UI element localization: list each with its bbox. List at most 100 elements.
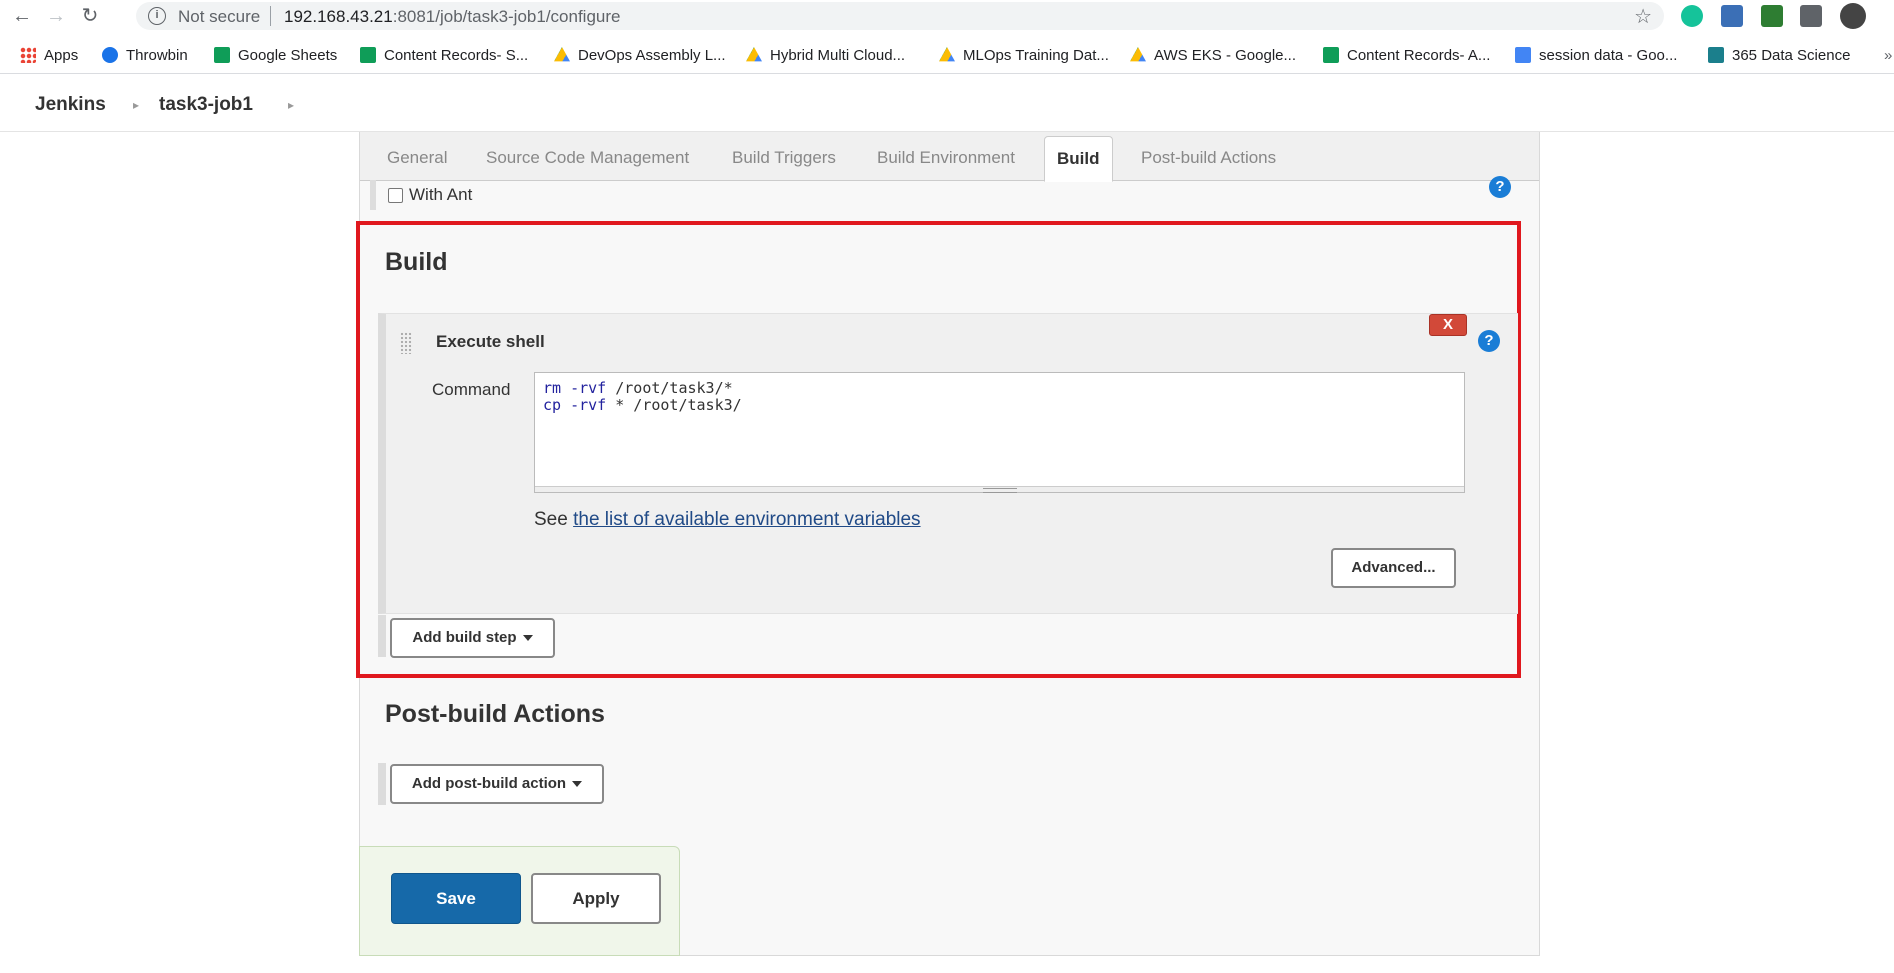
google-drive-icon <box>554 47 570 62</box>
env-vars-link[interactable]: the list of available environment variab… <box>573 509 920 530</box>
bookmark-google-sheets[interactable]: Google Sheets <box>214 45 337 65</box>
chevron-down-icon <box>522 635 533 642</box>
more-bookmarks-button[interactable]: » <box>1884 45 1892 65</box>
help-icon[interactable]: ? <box>1478 330 1500 352</box>
advanced-button[interactable]: Advanced... <box>1331 548 1456 588</box>
bookmark-365-data-science[interactable]: 365 Data Science <box>1708 45 1850 65</box>
security-label: Not secure <box>178 7 261 26</box>
command-textarea[interactable]: rm -rvf /root/task3/* cp -rvf * /root/ta… <box>534 372 1465 493</box>
breadcrumb: Jenkins ▸ task3-job1 ▸ <box>0 80 1894 132</box>
bookmark-content-records-a[interactable]: Content Records- A... <box>1323 45 1490 65</box>
help-icon[interactable]: ? <box>1489 176 1511 198</box>
command-label: Command <box>432 380 511 399</box>
google-sheets-icon <box>360 47 376 63</box>
profile-avatar[interactable] <box>1840 3 1866 29</box>
bookmark-label: Throwbin <box>126 46 188 64</box>
breadcrumb-job[interactable]: task3-job1 <box>159 94 253 116</box>
bookmark-label: session data - Goo... <box>1539 46 1678 64</box>
step-title: Execute shell <box>436 332 545 351</box>
chevron-down-icon <box>572 781 583 788</box>
see-prefix: See <box>534 509 574 530</box>
back-arrow-icon[interactable]: ← <box>10 4 34 28</box>
url-path: :8081/job/task3-job1/configure <box>392 7 621 26</box>
section-rail <box>378 763 386 805</box>
bookmark-devops[interactable]: DevOps Assembly L... <box>554 45 726 65</box>
delete-step-button[interactable]: X <box>1429 314 1467 336</box>
extension-icon[interactable] <box>1721 5 1743 27</box>
bookmark-aws-eks[interactable]: AWS EKS - Google... <box>1130 45 1296 65</box>
tab-post-build-actions[interactable]: Post-build Actions <box>1141 148 1276 168</box>
add-build-step-button[interactable]: Add build step <box>390 618 555 658</box>
browser-toolbar: ← → ↻ i Not secure 192.168.43.21:8081/jo… <box>0 0 1894 32</box>
google-drive-icon <box>1130 47 1146 62</box>
data-science-icon <box>1708 47 1724 63</box>
command-line: cp -rvf * /root/task3/ <box>543 396 742 414</box>
divider <box>270 6 271 26</box>
section-rail <box>378 615 386 657</box>
tab-build[interactable]: Build <box>1044 136 1113 182</box>
command-keyword: rm <box>543 379 562 397</box>
bookmark-label: Apps <box>44 46 79 64</box>
bookmark-hybrid[interactable]: Hybrid Multi Cloud... <box>746 45 905 65</box>
add-build-step-label: Add build step <box>412 629 517 646</box>
reload-icon[interactable]: ↻ <box>78 4 102 28</box>
breadcrumb-jenkins[interactable]: Jenkins <box>35 94 106 116</box>
bookmark-throwbin[interactable]: Throwbin <box>102 45 188 65</box>
info-icon[interactable]: i <box>148 7 166 25</box>
extension-icon[interactable] <box>1761 5 1783 27</box>
grammarly-extension-icon[interactable] <box>1681 5 1703 27</box>
with-ant-checkbox[interactable] <box>388 187 403 203</box>
command-flag: -rvf <box>561 379 607 397</box>
bookmark-label: Content Records- S... <box>384 46 529 64</box>
command-flag: -rvf <box>561 396 607 414</box>
google-drive-icon <box>746 47 762 62</box>
bookmark-star-icon[interactable]: ☆ <box>1634 4 1652 29</box>
bookmark-mlops[interactable]: MLOps Training Dat... <box>939 45 1109 65</box>
tab-source-code-management[interactable]: Source Code Management <box>486 148 689 168</box>
command-line: rm -rvf /root/task3/* <box>543 379 733 397</box>
bookmark-session-data[interactable]: session data - Goo... <box>1515 45 1677 65</box>
save-button[interactable]: Save <box>391 873 521 924</box>
with-ant-label: With Ant <box>409 185 473 204</box>
tab-general[interactable]: General <box>387 148 447 168</box>
google-sheets-icon <box>1323 47 1339 63</box>
bookmark-label: Google Sheets <box>238 46 338 64</box>
bookmarks-bar: Apps Throwbin Google Sheets Content Reco… <box>0 36 1894 74</box>
bookmark-label: 365 Data Science <box>1732 46 1851 64</box>
puzzle-extensions-icon[interactable] <box>1800 5 1822 27</box>
add-post-build-action-button[interactable]: Add post-build action <box>390 764 604 804</box>
throwbin-icon <box>102 47 118 63</box>
command-args: * /root/task3/ <box>606 396 742 414</box>
apps-grid-icon <box>20 47 36 63</box>
address-bar[interactable]: i Not secure 192.168.43.21:8081/job/task… <box>136 2 1664 30</box>
drag-handle-icon[interactable] <box>400 332 412 354</box>
post-build-section-title: Post-build Actions <box>385 700 605 728</box>
apply-button[interactable]: Apply <box>531 873 661 924</box>
bookmark-label: Content Records- A... <box>1347 46 1491 64</box>
form-actions-bar: Save Apply <box>359 846 680 956</box>
config-tabbar: General Source Code Management Build Tri… <box>360 132 1539 182</box>
forward-arrow-icon[interactable]: → <box>44 4 68 28</box>
bookmark-label: AWS EKS - Google... <box>1154 46 1296 64</box>
url-text[interactable]: 192.168.43.21:8081/job/task3-job1/config… <box>284 7 620 27</box>
url-host: 192.168.43.21 <box>284 7 393 26</box>
bookmark-content-records-s[interactable]: Content Records- S... <box>360 45 528 65</box>
with-ant-row: With Ant <box>370 180 472 210</box>
google-drive-icon <box>939 47 955 62</box>
breadcrumb-separator-icon[interactable]: ▸ <box>288 98 294 112</box>
bookmark-label: DevOps Assembly L... <box>578 46 726 64</box>
bookmark-label: MLOps Training Dat... <box>963 46 1109 64</box>
build-section-title: Build <box>385 248 448 276</box>
command-args: /root/task3/* <box>606 379 733 397</box>
add-post-build-action-label: Add post-build action <box>411 775 567 792</box>
tab-build-environment[interactable]: Build Environment <box>877 148 1015 168</box>
google-sheets-icon <box>214 47 230 63</box>
breadcrumb-separator-icon[interactable]: ▸ <box>133 98 139 112</box>
textarea-resize-handle[interactable] <box>535 486 1464 493</box>
google-docs-icon <box>1515 47 1531 63</box>
bookmark-apps[interactable]: Apps <box>20 45 78 65</box>
bookmark-label: Hybrid Multi Cloud... <box>770 46 906 64</box>
tab-build-triggers[interactable]: Build Triggers <box>732 148 836 168</box>
command-keyword: cp <box>543 396 562 414</box>
env-vars-hint: See the list of available environment va… <box>534 509 921 531</box>
